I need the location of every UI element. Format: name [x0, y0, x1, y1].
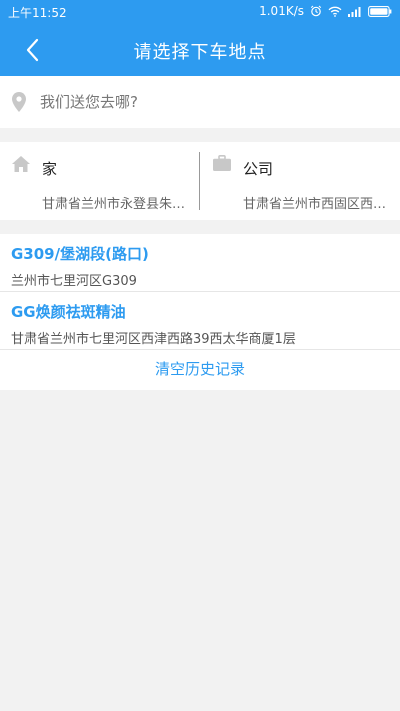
destination-search-bar — [0, 76, 400, 128]
status-bar: 上午11:52 1.01K/s — [0, 0, 400, 24]
work-shortcut[interactable]: 公司 甘肃省兰州市西固区西固中路 — [201, 142, 400, 220]
work-label: 公司 — [243, 160, 274, 178]
clear-history-button[interactable]: 清空历史记录 — [0, 350, 400, 390]
home-shortcut[interactable]: 家 甘肃省兰州市永登县朱家营 — [0, 142, 199, 220]
saved-places: 家 甘肃省兰州市永登县朱家营 公司 甘肃省兰州市西固区西固中路 — [0, 142, 400, 220]
destination-search-input[interactable] — [40, 76, 380, 128]
history-item-address: 兰州市七里河区G309 — [11, 274, 137, 289]
history-item-address: 甘肃省兰州市七里河区西津西路39西太华商厦1层 — [11, 332, 296, 347]
history-item-title: G309/堡湖段(路口) — [11, 245, 149, 263]
briefcase-icon — [213, 155, 231, 171]
history-item[interactable]: GG焕颜祛斑精油 甘肃省兰州市七里河区西津西路39西太华商厦1层 — [0, 292, 400, 350]
location-pin-icon — [12, 92, 26, 112]
shortcut-divider — [199, 152, 200, 210]
battery-icon — [368, 5, 392, 17]
wifi-icon — [328, 6, 342, 17]
page-title: 请选择下车地点 — [133, 42, 267, 63]
history-item[interactable]: G309/堡湖段(路口) 兰州市七里河区G309 — [0, 234, 400, 292]
network-speed: 1.01K/s — [259, 4, 304, 18]
status-time: 上午11:52 — [8, 6, 67, 20]
alarm-icon — [310, 5, 322, 17]
work-address: 甘肃省兰州市西固区西固中路 — [243, 197, 388, 212]
title-bar: 请选择下车地点 — [0, 24, 400, 76]
home-label: 家 — [42, 160, 58, 178]
home-icon — [12, 156, 30, 172]
home-address: 甘肃省兰州市永登县朱家营 — [42, 197, 188, 212]
history-item-title: GG焕颜祛斑精油 — [11, 303, 126, 321]
history-list: G309/堡湖段(路口) 兰州市七里河区G309 GG焕颜祛斑精油 甘肃省兰州市… — [0, 234, 400, 390]
signal-icon — [348, 6, 361, 17]
status-right: 1.01K/s — [259, 4, 392, 18]
